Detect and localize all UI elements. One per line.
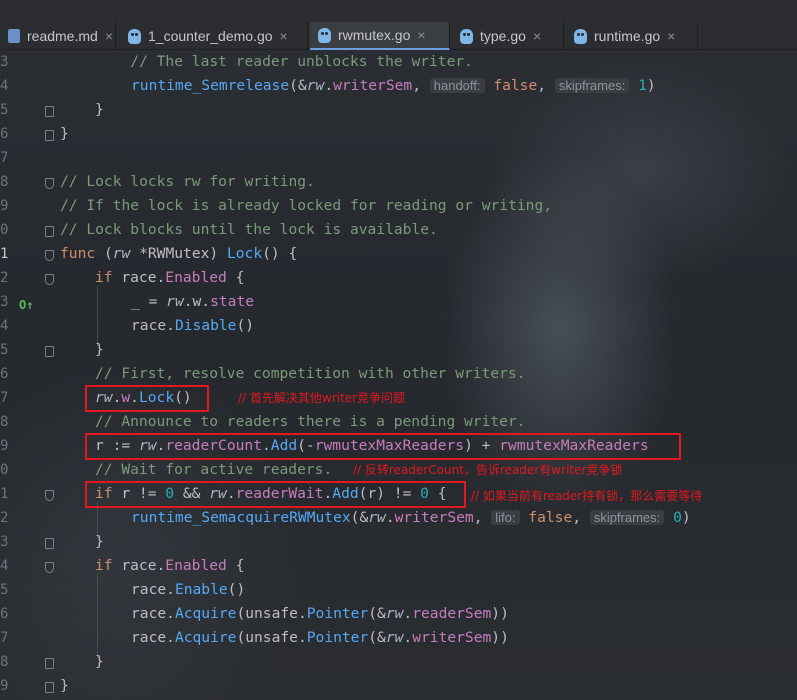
gopher-file-icon — [460, 28, 473, 44]
fold-start-icon[interactable] — [45, 250, 54, 261]
line-number: 5 — [0, 342, 9, 358]
line-number: 5 — [0, 582, 9, 598]
fold-start-icon[interactable] — [45, 490, 54, 501]
highlight-box-reader-wait — [85, 481, 466, 508]
line-number: 6 — [0, 606, 9, 622]
doc-comment-line[interactable]: // Lock locks rw for writing. — [60, 170, 315, 194]
line-number: 3 — [0, 534, 9, 550]
tab-label: runtime.go — [594, 28, 661, 44]
markdown-file-icon — [8, 29, 20, 43]
code-line[interactable]: if race.Enabled { — [95, 554, 244, 578]
line-number: 3 — [0, 54, 9, 70]
indent-guide — [97, 286, 98, 346]
code-line[interactable]: race.Acquire(unsafe.Pointer(&rw.readerSe… — [131, 602, 509, 626]
line-number: 5 — [0, 102, 9, 118]
code-line[interactable]: race.Enable() — [131, 578, 245, 602]
fold-start-icon[interactable] — [45, 562, 54, 573]
line-number: 3 — [0, 294, 9, 310]
fold-end-icon[interactable] — [45, 346, 54, 357]
line-number: 4 — [0, 78, 9, 94]
line-number: 4 — [0, 558, 9, 574]
line-number: 7 — [0, 630, 9, 646]
tab-type-go[interactable]: type.go × — [452, 22, 564, 50]
annotation-note: // 如果当前有reader持有锁，那么需要等待 — [471, 489, 703, 503]
code-line[interactable]: } — [95, 338, 104, 362]
annotation-note: // 反转readerCount，告诉reader有writer竞争锁 — [353, 463, 623, 477]
line-number: 6 — [0, 366, 9, 382]
line-number: 2 — [0, 270, 9, 286]
line-number: 1 — [0, 246, 9, 262]
code-line[interactable]: runtime_SemacquireRWMutex(&rw.writerSem,… — [131, 506, 691, 530]
param-hint: handoff: — [429, 78, 485, 93]
fold-end-icon[interactable] — [45, 130, 54, 141]
highlight-box-reader-count — [85, 433, 681, 460]
fold-start-icon[interactable] — [45, 274, 54, 285]
fold-start-icon[interactable] — [45, 178, 54, 189]
line-number: 2 — [0, 510, 9, 526]
code-line[interactable]: _ = rw.w.state — [131, 290, 254, 314]
code-line[interactable]: } — [95, 650, 104, 674]
editor-background — [0, 0, 797, 700]
indent-guide — [97, 574, 98, 658]
param-hint: lifo: — [491, 510, 520, 525]
tab-label: readme.md — [27, 28, 98, 44]
fold-end-icon[interactable] — [45, 226, 54, 237]
tab-runtime-go[interactable]: runtime.go × — [566, 22, 698, 50]
code-line[interactable]: } — [60, 122, 69, 146]
fold-end-icon[interactable] — [45, 682, 54, 693]
gopher-file-icon — [128, 28, 141, 44]
line-number: 9 — [0, 678, 9, 694]
doc-comment-line[interactable]: // Lock blocks until the lock is availab… — [60, 218, 438, 242]
comment-line[interactable]: // Announce to readers there is a pendin… — [95, 410, 526, 434]
comment-line[interactable]: // First, resolve competition with other… — [95, 362, 526, 386]
line-number: 9 — [0, 198, 9, 214]
gopher-file-icon — [318, 27, 331, 43]
line-number: 6 — [0, 126, 9, 142]
line-number: 7 — [0, 150, 9, 166]
comment-line[interactable]: // Wait for active readers. — [95, 458, 332, 482]
line-number: 4 — [0, 318, 9, 334]
param-hint: skipframes: — [554, 78, 630, 93]
line-number: 8 — [0, 174, 9, 190]
tab-readme-md[interactable]: readme.md × — [0, 22, 116, 50]
tab-1-counter-demo-go[interactable]: 1_counter_demo.go × — [120, 22, 308, 50]
close-icon[interactable]: × — [667, 28, 675, 44]
tab-label: type.go — [480, 28, 526, 44]
code-line[interactable]: } — [95, 98, 104, 122]
close-icon[interactable]: × — [105, 28, 113, 44]
close-icon[interactable]: × — [533, 28, 541, 44]
line-number-gutter: 3 4 5 6 7 8 9 0 1 2 3 4 5 6 7 8 9 0 1 2 … — [0, 50, 56, 700]
line-number: 0 — [0, 462, 9, 478]
line-number: 9 — [0, 438, 9, 454]
line-number: 8 — [0, 414, 9, 430]
highlight-box-writer-lock — [85, 385, 209, 412]
line-number: 7 — [0, 390, 9, 406]
code-line[interactable]: } — [95, 530, 104, 554]
fold-end-icon[interactable] — [45, 538, 54, 549]
tab-rwmutex-go[interactable]: rwmutex.go × — [310, 22, 450, 50]
param-hint: skipframes: — [589, 510, 665, 525]
implemented-method-icon[interactable]: O↑ — [19, 298, 33, 312]
code-line[interactable]: race.Acquire(unsafe.Pointer(&rw.writerSe… — [131, 626, 509, 650]
line-number: 8 — [0, 654, 9, 670]
fold-end-icon[interactable] — [45, 106, 54, 117]
code-line[interactable]: // The last reader unblocks the writer. — [60, 50, 473, 74]
tab-label: rwmutex.go — [338, 27, 411, 43]
code-line[interactable]: race.Disable() — [131, 314, 254, 338]
doc-comment-line[interactable]: // If the lock is already locked for rea… — [60, 194, 552, 218]
code-line[interactable]: runtime_Semrelease(&rw.writerSem, handof… — [131, 74, 656, 98]
line-number: 1 — [0, 486, 9, 502]
close-icon[interactable]: × — [417, 27, 425, 43]
gopher-file-icon — [574, 28, 587, 44]
func-signature-line[interactable]: func (rw *RWMutex) Lock() { — [60, 242, 297, 266]
fold-end-icon[interactable] — [45, 658, 54, 669]
code-line[interactable]: if race.Enabled { — [95, 266, 244, 290]
close-icon[interactable]: × — [280, 28, 288, 44]
annotation-note: // 首先解决其他writer竞争问题 — [238, 391, 406, 405]
editor-tab-bar: readme.md × 1_counter_demo.go × rwmutex.… — [0, 0, 797, 50]
code-line[interactable]: } — [60, 674, 69, 698]
line-number: 0 — [0, 222, 9, 238]
tab-label: 1_counter_demo.go — [148, 28, 273, 44]
